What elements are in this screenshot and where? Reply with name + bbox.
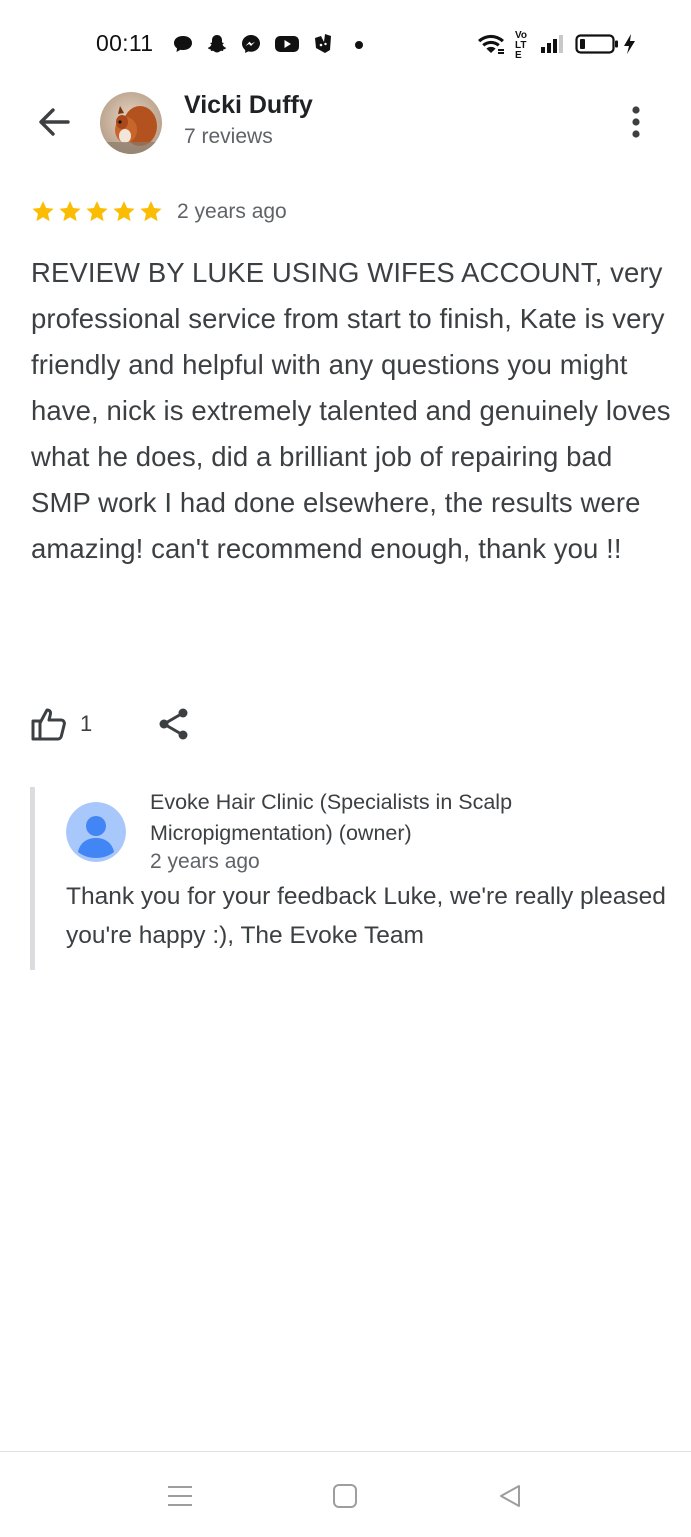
charging-icon: [622, 33, 636, 60]
chat-bubble-icon: [172, 34, 194, 59]
share-button[interactable]: [152, 702, 196, 746]
dot-icon: [354, 37, 364, 55]
recent-apps-button[interactable]: [158, 1474, 202, 1518]
review-time: 2 years ago: [177, 200, 287, 223]
star-icon: [113, 201, 135, 222]
star-icon: [59, 201, 81, 222]
signal-icon: [540, 33, 566, 60]
more-options-button[interactable]: [614, 100, 658, 144]
star-icon: [140, 201, 162, 222]
like-count: 1: [80, 711, 93, 736]
system-nav-bar: [0, 1451, 691, 1537]
thumb-up-icon: [31, 708, 66, 741]
back-triangle-icon: [500, 1485, 520, 1507]
star-rating: [30, 199, 164, 225]
home-button[interactable]: [323, 1474, 367, 1518]
share-icon: [159, 708, 188, 740]
wifi-icon: [476, 32, 506, 61]
volte-icon: Vo LTE: [515, 31, 531, 61]
owner-name: Evoke Hair Clinic (Specialists in Scalp …: [150, 790, 513, 845]
notification-icons: [172, 33, 364, 60]
owner-avatar: [66, 802, 126, 862]
reply-divider: [30, 787, 35, 970]
deliveroo-icon: [312, 33, 332, 60]
arrow-left-icon: [39, 108, 70, 136]
reviewer-avatar[interactable]: [100, 92, 162, 154]
system-icons: Vo LTE: [476, 31, 636, 61]
reviewer-name[interactable]: Vicki Duffy: [184, 91, 313, 120]
more-vert-icon: [632, 106, 640, 138]
status-time: 00:11: [96, 30, 154, 56]
home-square-icon: [333, 1484, 357, 1508]
youtube-icon: [274, 34, 300, 59]
snapchat-icon: [206, 33, 228, 60]
volte-label: Vo LTE: [515, 30, 528, 61]
messenger-icon: [240, 33, 262, 60]
reviewer-review-count: 7 reviews: [184, 125, 273, 148]
owner-reply-text: Thank you for your feedback Luke, we're …: [66, 883, 666, 949]
nav-back-button[interactable]: [488, 1474, 532, 1518]
star-icon: [32, 201, 54, 222]
review-text: REVIEW BY LUKE USING WIFES ACCOUNT, very…: [31, 257, 671, 564]
menu-icon: [168, 1486, 192, 1506]
like-button[interactable]: 1: [30, 700, 92, 748]
battery-icon: [575, 33, 619, 60]
owner-reply-time: 2 years ago: [150, 850, 260, 873]
star-icon: [86, 201, 108, 222]
back-button[interactable]: [30, 100, 78, 144]
